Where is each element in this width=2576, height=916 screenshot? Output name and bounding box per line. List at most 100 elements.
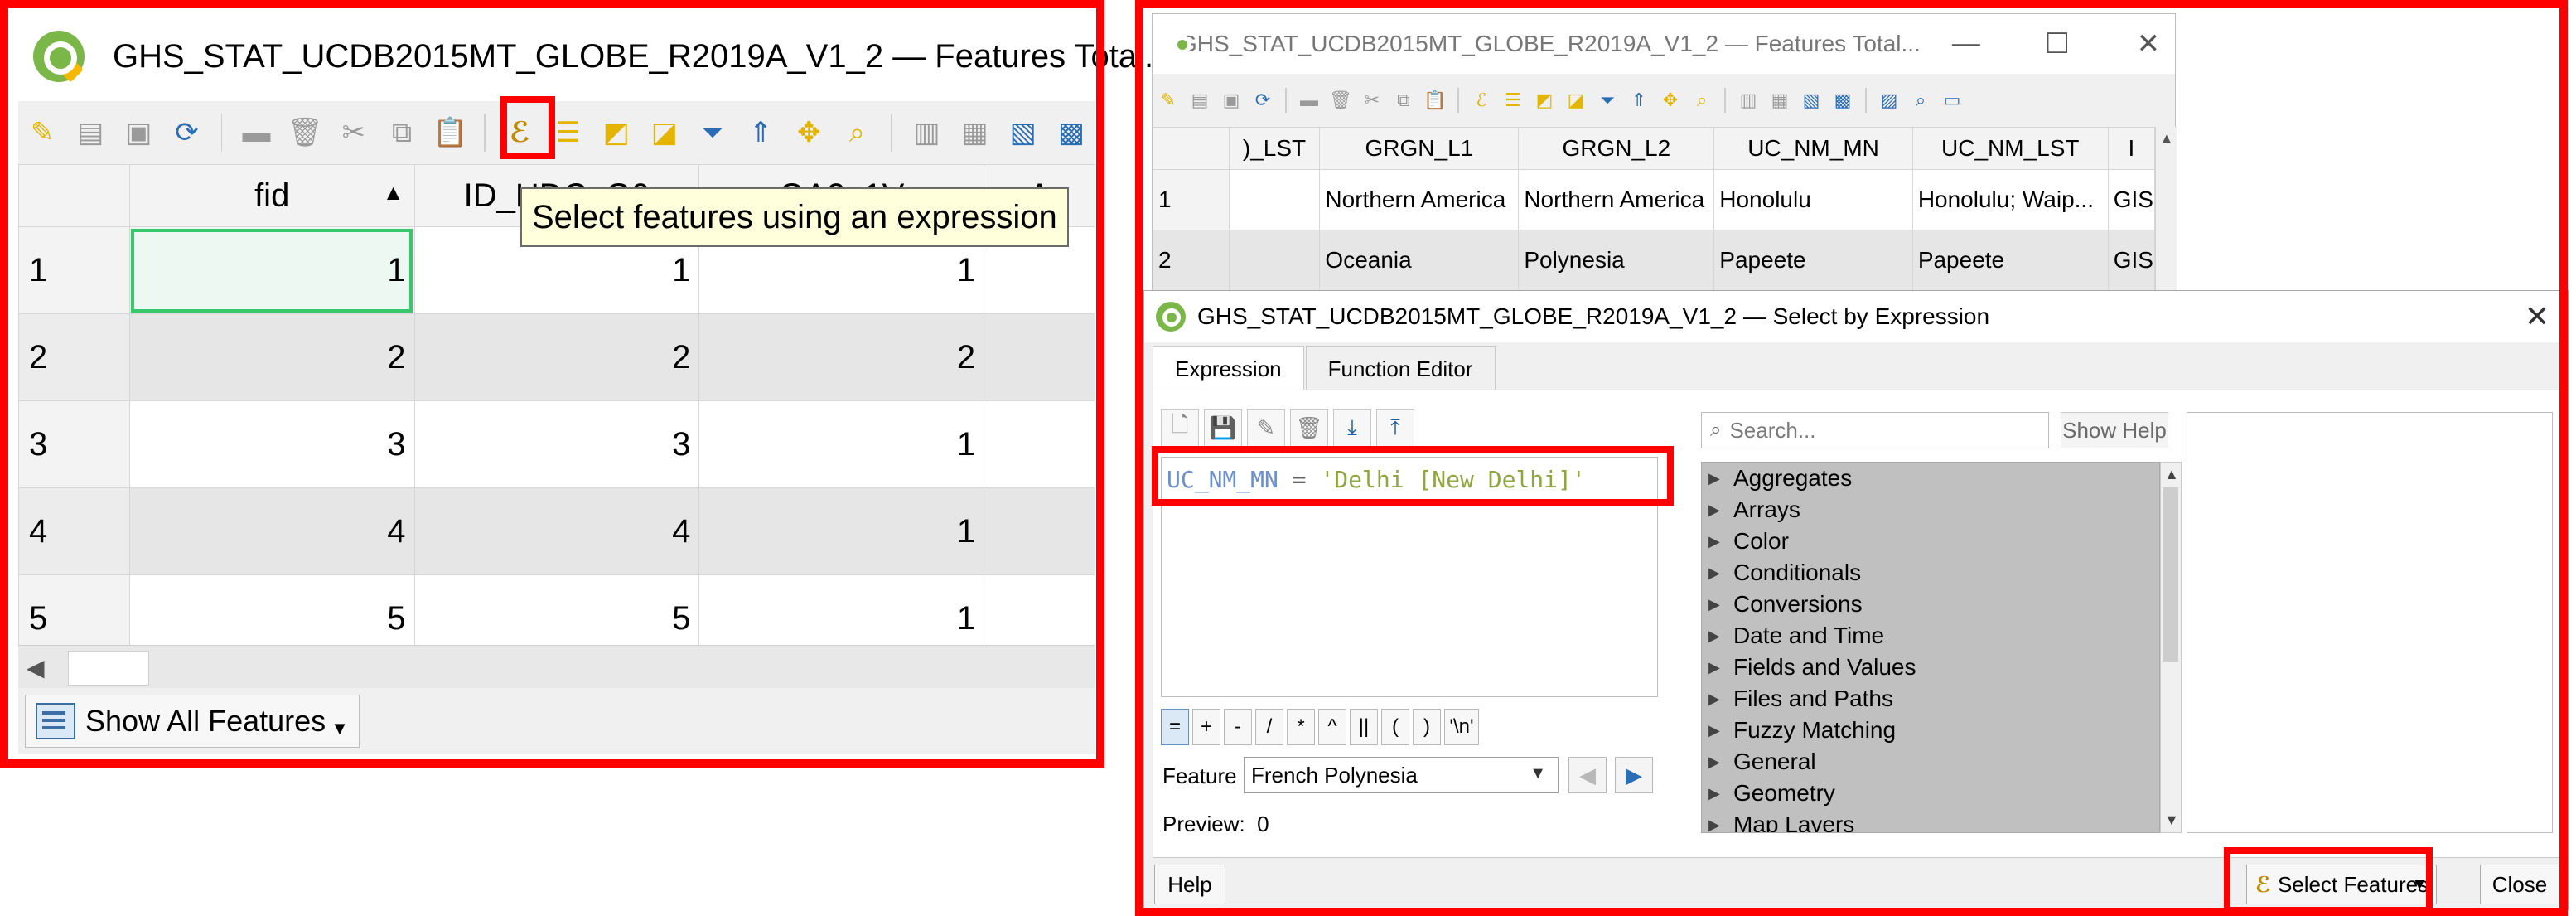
table-cell[interactable]: Honolulu; Waip...	[1911, 169, 2109, 230]
conditional-formatting-icon[interactable]: ▩	[1831, 89, 1854, 112]
expand-icon[interactable]: ▶	[1708, 502, 1733, 519]
function-group-item[interactable]: ▶ Geometry	[1702, 778, 2159, 809]
delete-field-icon[interactable]: ▦	[1768, 89, 1791, 112]
table-cell[interactable]	[984, 400, 1095, 488]
column-header[interactable]: GRGN_L2	[1518, 127, 1715, 170]
expand-icon[interactable]: ▶	[1708, 565, 1733, 582]
table-row[interactable]: 2 2 2 2	[18, 313, 1095, 401]
paste-icon[interactable]: 📋	[433, 114, 467, 151]
function-search-input[interactable]: ⌕ Search...	[1701, 412, 2049, 448]
copy-icon[interactable]: ⧉	[1392, 89, 1415, 112]
table-cell[interactable]: 2	[413, 313, 700, 401]
op-minus-button[interactable]: -	[1224, 709, 1252, 745]
table-cell[interactable]: 3	[413, 400, 700, 488]
expand-icon[interactable]: ▶	[1708, 785, 1733, 802]
row-number[interactable]: 4	[18, 487, 130, 575]
function-group-item[interactable]: ▶ Arrays	[1702, 494, 2159, 526]
actions-icon[interactable]: ▨	[1878, 89, 1901, 112]
op-newline-button[interactable]: '\n'	[1444, 709, 1479, 745]
save-edits-icon[interactable]: ▣	[1220, 89, 1243, 112]
delete-field-icon[interactable]: ▦	[958, 114, 993, 151]
pan-to-selection-icon[interactable]: ✥	[1659, 89, 1682, 112]
function-group-item[interactable]: ▶ Color	[1702, 526, 2159, 557]
expand-icon[interactable]: ▶	[1708, 533, 1733, 550]
vertical-scrollbar[interactable]: ▲	[2155, 127, 2177, 296]
op-plus-button[interactable]: +	[1192, 709, 1220, 745]
row-number[interactable]: 5	[18, 574, 130, 645]
expand-icon[interactable]: ▶	[1708, 691, 1733, 708]
new-field-icon[interactable]: ▥	[909, 114, 944, 151]
invert-selection-icon[interactable]: ◩	[1533, 89, 1556, 112]
horizontal-scrollbar[interactable]: ◀	[18, 645, 1095, 688]
export-icon[interactable]: ⤒	[1376, 409, 1414, 447]
scrollbar-thumb[interactable]	[68, 651, 149, 686]
scroll-down-icon[interactable]: ▼	[2164, 812, 2179, 829]
dock-icon[interactable]: ▭	[1940, 89, 1964, 112]
table-row[interactable]: 1 Northern America Northern America Hono…	[1153, 169, 2155, 230]
op-divide-button[interactable]: /	[1255, 709, 1283, 745]
select-by-expression-icon[interactable]: ℰ	[502, 114, 537, 151]
delete-feature-icon[interactable]: 🗑	[288, 114, 323, 151]
close-icon[interactable]: ✕	[2525, 299, 2549, 334]
table-cell[interactable]: 5	[413, 574, 700, 645]
select-all-icon[interactable]: ☰	[1501, 89, 1525, 112]
expand-icon[interactable]: ▶	[1708, 628, 1733, 645]
table-cell[interactable]: 3	[128, 400, 415, 488]
multi-edit-icon[interactable]: ▤	[73, 114, 108, 151]
pan-to-selection-icon[interactable]: ✥	[791, 114, 826, 151]
table-cell[interactable]	[1228, 169, 1321, 230]
maximize-icon[interactable]: ☐	[2012, 27, 2103, 61]
row-number[interactable]: 3	[18, 400, 130, 488]
function-group-item[interactable]: ▶ Map Layers	[1702, 809, 2159, 833]
table-cell[interactable]: Northern America	[1518, 169, 1715, 230]
cut-icon[interactable]: ✂	[336, 114, 371, 151]
table-row[interactable]: 3 3 3 1	[18, 400, 1095, 488]
move-selection-top-icon[interactable]: ⇑	[743, 114, 778, 151]
table-cell[interactable]: GIS	[2107, 169, 2155, 230]
function-group-item[interactable]: ▶ Date and Time	[1702, 620, 2159, 652]
select-features-button[interactable]: ℰ Select Features ▼	[2246, 865, 2437, 904]
scroll-left-icon[interactable]: ◀	[27, 654, 45, 681]
table-cell[interactable]: Oceania	[1319, 230, 1520, 291]
paste-icon[interactable]: 📋	[1423, 89, 1447, 112]
table-cell[interactable]	[1228, 230, 1321, 291]
close-icon[interactable]: ✕	[2103, 27, 2194, 61]
row-number[interactable]: 2	[18, 313, 130, 401]
next-feature-button[interactable]: ▶	[1615, 757, 1653, 793]
close-button[interactable]: Close	[2480, 865, 2559, 904]
corner-cell[interactable]	[1153, 127, 1230, 170]
function-group-item[interactable]: ▶ General	[1702, 746, 2159, 778]
table-row[interactable]: 4 4 4 1	[18, 487, 1095, 575]
filter-icon[interactable]: ⏷	[695, 114, 730, 151]
invert-selection-icon[interactable]: ◩	[599, 114, 634, 151]
column-header[interactable]: )_LST	[1228, 127, 1321, 170]
delete-icon[interactable]: 🗑	[1290, 409, 1328, 447]
op-multiply-button[interactable]: *	[1287, 709, 1315, 745]
field-calculator-icon[interactable]: ▧	[1800, 89, 1823, 112]
deselect-all-icon[interactable]: ◪	[1564, 89, 1588, 112]
table-cell[interactable]: 4	[413, 487, 700, 575]
table-cell[interactable]: GIS	[2107, 230, 2155, 291]
zoom-to-selection-icon[interactable]: ⌕	[1690, 89, 1713, 112]
multi-edit-icon[interactable]: ▤	[1188, 89, 1211, 112]
op-power-button[interactable]: ^	[1318, 709, 1346, 745]
zoom-to-selection-icon[interactable]: ⌕	[839, 114, 874, 151]
table-cell[interactable]: 1	[698, 487, 985, 575]
new-field-icon[interactable]: ▥	[1737, 89, 1760, 112]
table-cell[interactable]: Polynesia	[1518, 230, 1715, 291]
filter-icon[interactable]: ⏷	[1596, 89, 1619, 112]
tab-function-editor[interactable]: Function Editor	[1305, 346, 1496, 392]
scroll-up-icon[interactable]: ▲	[2159, 130, 2174, 148]
expand-icon[interactable]: ▶	[1708, 659, 1733, 676]
row-number[interactable]: 2	[1153, 230, 1230, 291]
op-close-paren-button[interactable]: )	[1413, 709, 1441, 745]
table-row[interactable]: 5 5 5 1	[18, 574, 1095, 645]
save-edits-icon[interactable]: ▣	[121, 114, 156, 151]
table-cell[interactable]	[984, 313, 1095, 401]
expand-icon[interactable]: ▶	[1708, 817, 1733, 833]
function-group-item[interactable]: ▶ Aggregates	[1702, 463, 2159, 494]
expand-icon[interactable]: ▶	[1708, 470, 1733, 487]
show-help-button[interactable]: Show Help	[2061, 412, 2168, 448]
column-header[interactable]: I	[2107, 127, 2155, 170]
op-open-paren-button[interactable]: (	[1381, 709, 1409, 745]
